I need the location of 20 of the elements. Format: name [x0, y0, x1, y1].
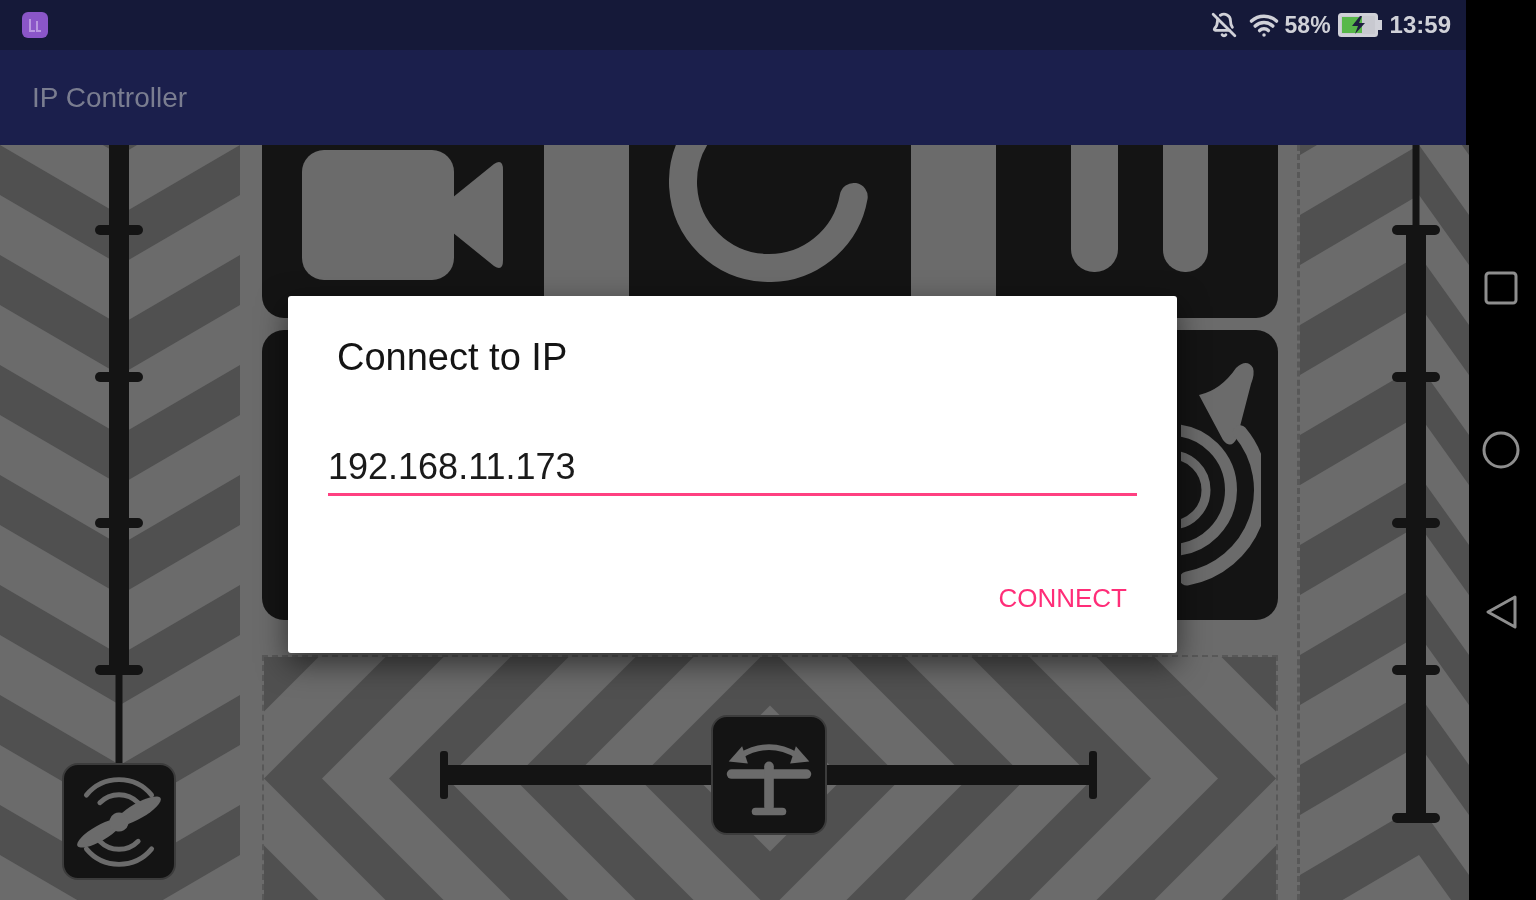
ip-input-field[interactable]: 192.168.11.173 [328, 440, 1137, 496]
slider-thumb[interactable] [61, 763, 176, 880]
battery-charging-icon [1337, 13, 1382, 37]
tile-button[interactable] [996, 145, 1278, 318]
clock: 13:59 [1389, 10, 1451, 40]
app-title: IP Controller [32, 80, 188, 115]
back-icon[interactable] [1484, 594, 1518, 630]
vertical-slider-track[interactable] [94, 145, 143, 763]
dialog-button[interactable]: CONNECT [988, 573, 1137, 623]
battery-percent: 58% [1284, 11, 1331, 40]
circle-icon[interactable] [1482, 431, 1520, 469]
pause-icon [1071, 145, 1208, 272]
slider-thumb[interactable] [710, 715, 827, 835]
ring-icon [669, 145, 869, 282]
video-camera-icon [302, 150, 503, 280]
vertical-slider-track[interactable] [1392, 145, 1440, 825]
square-icon[interactable] [1484, 271, 1518, 305]
dialog-title: Connect to IP [336, 335, 568, 380]
app-notification-icon [22, 12, 48, 38]
bell-off-icon [1210, 12, 1237, 38]
